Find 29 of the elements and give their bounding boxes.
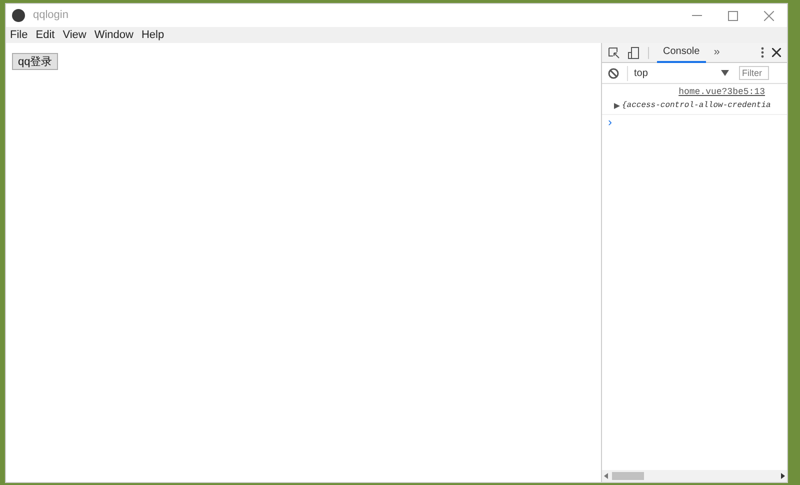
scrollbar-thumb[interactable]	[612, 472, 644, 480]
window-title: qqlogin	[33, 8, 68, 24]
clear-console-icon[interactable]	[608, 68, 619, 78]
close-icon[interactable]	[772, 48, 781, 57]
dropdown-caret-icon	[721, 70, 729, 76]
device-toggle-icon[interactable]	[628, 46, 640, 58]
maximize-icon	[728, 10, 738, 20]
menu-item[interactable]: View	[62, 26, 86, 44]
inspect-icon[interactable]	[608, 46, 620, 58]
filter-field[interactable]: Filter	[739, 66, 769, 80]
app-logo-icon	[12, 9, 25, 22]
menu-item[interactable]: Help	[141, 26, 164, 44]
context-selector[interactable]: top	[627, 66, 731, 80]
more-tabs-glyph[interactable]: »	[714, 44, 720, 61]
kebab-menu-icon[interactable]	[761, 47, 764, 58]
scroll-left-icon[interactable]	[604, 473, 608, 479]
qq-login-button[interactable]: qq登录	[12, 53, 58, 70]
menu-item[interactable]: Edit	[36, 26, 55, 44]
scroll-right-icon[interactable]	[781, 473, 785, 479]
collapsed-triangle-icon[interactable]	[614, 102, 620, 108]
console-prompt[interactable]: ›	[602, 114, 787, 128]
menu-item[interactable]: Window	[94, 26, 134, 44]
menu-item[interactable]: File	[10, 26, 28, 44]
minimize-icon	[692, 15, 702, 16]
devtools-tab[interactable]: Console	[657, 43, 706, 62]
source-link[interactable]: home.vue?3be5:13	[678, 86, 765, 100]
console-object: {access-control-allow-credentia	[622, 100, 771, 112]
close-icon	[764, 10, 774, 20]
horizontal-scrollbar[interactable]	[602, 470, 787, 482]
